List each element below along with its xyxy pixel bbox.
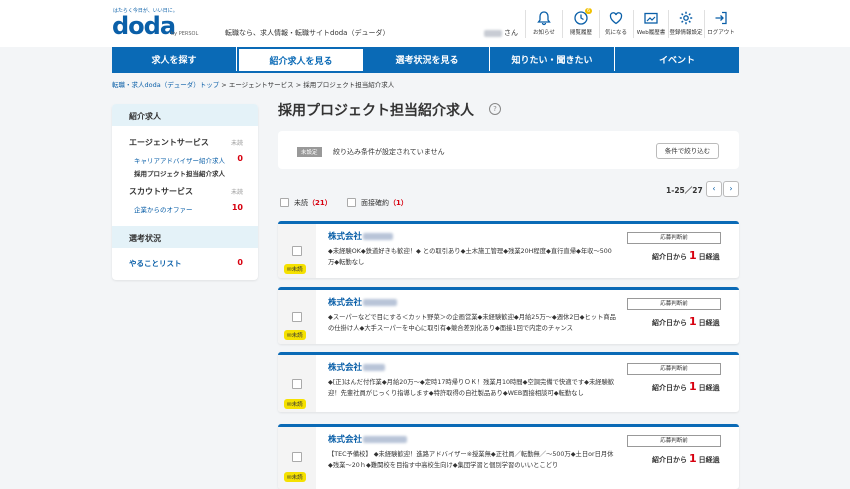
site-header: はたらく今日が、いい日に。 doda by PERSOL 転職なら、求人情報・転…: [0, 0, 850, 47]
heart-icon: [609, 12, 623, 25]
sidebar-item-offer[interactable]: 企業からのオファー: [134, 204, 193, 214]
sidebar-item-advisor[interactable]: キャリアアドバイザー紹介求人: [134, 155, 225, 165]
job-card[interactable]: ✉未読 株式会社 ◆[正]はんだ付作業◆月給20万～◆定時17時帰りＯＫ！残業月…: [278, 352, 739, 412]
paging-indicator: 1-25／27: [666, 186, 703, 195]
elapsed-days: 紹介日から 1 日経過: [652, 315, 720, 328]
breadcrumb: 転職・求人doda（デューダ）トップ > エージェントサービス > 採用プロジェ…: [112, 81, 395, 89]
job-description: ◆[正]はんだ付作業◆月給20万～◆定時17時帰りＯＫ！残業月10時間◆空調完備…: [328, 379, 615, 397]
card-checkbox[interactable]: [292, 379, 302, 389]
application-status: 応募判断前: [627, 435, 721, 447]
interview-checkbox[interactable]: [347, 198, 356, 207]
sidebar-agent-title: エージェントサービス: [129, 138, 209, 147]
unread-count: （21）: [308, 199, 332, 207]
job-description: 【TEC予備校】 ◆未経験歓迎！進路アドバイザー※授業無◆正社員／転勤無／～50…: [328, 451, 614, 469]
doda-logo[interactable]: doda: [112, 12, 176, 40]
company-name-blur: [363, 233, 394, 240]
nav-referral-jobs[interactable]: 紹介求人を見る: [237, 47, 365, 71]
company-name[interactable]: 株式会社: [328, 296, 398, 308]
company-name-blur: [363, 364, 386, 371]
unread-badge: ✉未読: [284, 264, 306, 274]
company-name-blur: [363, 299, 398, 306]
filter-status-text: 絞り込み条件が設定されていません: [333, 148, 445, 156]
card-checkbox[interactable]: [292, 452, 302, 462]
company-name-blur: [363, 436, 408, 443]
company-name[interactable]: 株式会社: [328, 433, 408, 445]
page-title: 採用プロジェクト担当紹介求人: [278, 103, 474, 119]
site-description: 転職なら、求人情報・転職サイトdoda（デューダ）: [225, 29, 390, 37]
sidebar-agent-unread-label: 未読: [230, 140, 243, 147]
breadcrumb-current: 採用プロジェクト担当紹介求人: [303, 81, 395, 89]
sidebar-head-referral: 紹介求人: [112, 104, 258, 126]
gear-icon: [679, 11, 693, 25]
notification-button[interactable]: お知らせ: [526, 10, 562, 36]
prev-page-button[interactable]: ‹: [706, 181, 722, 197]
filter-status-tag: 未設定: [297, 147, 322, 157]
global-nav: 求人を探す 紹介求人を見る 選考状況を見る 知りたい・聞きたい イベント: [112, 47, 739, 71]
logout-icon: [715, 11, 727, 25]
unread-badge: ✉未読: [284, 330, 306, 340]
user-name: さん: [484, 28, 518, 38]
unread-badge: ✉未読: [284, 399, 306, 409]
job-card[interactable]: ✉未読 株式会社 ◆スーパーなどで目にする＜カット野菜＞の企画営業◆未経験歓迎◆…: [278, 287, 739, 344]
application-status: 応募判断前: [627, 232, 721, 244]
elapsed-days: 紹介日から 1 日経過: [652, 380, 720, 393]
unread-checkbox[interactable]: [280, 198, 289, 207]
elapsed-days: 紹介日から 1 日経過: [652, 452, 720, 465]
application-status: 応募判断前: [627, 298, 721, 310]
unread-badge: ✉未読: [284, 472, 306, 482]
sidebar-scout-title: スカウトサービス: [129, 187, 193, 196]
elapsed-days: 紹介日から 1 日経過: [652, 249, 720, 262]
nav-learn-ask[interactable]: 知りたい・聞きたい: [490, 47, 615, 71]
help-icon[interactable]: ?: [489, 103, 501, 115]
unread-filter-label: 未読（21）: [294, 199, 332, 207]
web-resume-button[interactable]: Web履歴書: [633, 10, 669, 36]
card-checkbox[interactable]: [292, 312, 302, 322]
persol-logo: by PERSOL: [171, 31, 199, 37]
sidebar-item-todo[interactable]: やることリスト: [129, 258, 182, 269]
logout-button[interactable]: ログアウト: [703, 10, 739, 36]
history-button[interactable]: 6 閲覧履歴: [563, 8, 599, 36]
job-card[interactable]: ✉未読 株式会社 【TEC予備校】 ◆未経験歓迎！進路アドバイザー※授業無◆正社…: [278, 424, 739, 489]
settings-button[interactable]: 登録情報設定: [668, 10, 704, 36]
sidebar-scout-unread-label: 未読: [230, 189, 243, 196]
filter-panel: 未設定 絞り込み条件が設定されていません 条件で絞り込む: [278, 131, 739, 169]
nav-events[interactable]: イベント: [615, 47, 739, 71]
job-description: ◆未経験OK◆鉄道好きも歓迎！◆ との取引あり◆土木施工管理◆残業20H程度◆直…: [328, 248, 612, 266]
company-name[interactable]: 株式会社: [328, 361, 386, 373]
interview-filter-label: 面接確約（1）: [361, 199, 408, 207]
user-name-blur: [484, 29, 502, 37]
interview-count: （1）: [389, 199, 408, 207]
bell-icon: [537, 11, 551, 26]
job-description: ◆スーパーなどで目にする＜カット野菜＞の企画営業◆未経験歓迎◆月給25万～◆週休…: [328, 314, 616, 332]
nav-search-jobs[interactable]: 求人を探す: [112, 47, 237, 71]
favorites-button[interactable]: 気になる: [598, 10, 634, 36]
nav-underline: [112, 71, 739, 73]
sidebar-item-project[interactable]: 採用プロジェクト担当紹介求人: [134, 168, 225, 178]
history-badge: 6: [585, 8, 593, 14]
sidebar-head-status: 選考状況: [112, 226, 258, 248]
web-history-icon: [644, 12, 658, 24]
sidebar: 紹介求人 エージェントサービス 未読 キャリアアドバイザー紹介求人 0 採用プロ…: [112, 104, 258, 280]
breadcrumb-top-link[interactable]: 転職・求人doda（デューダ）トップ: [112, 81, 219, 89]
breadcrumb-agent[interactable]: エージェントサービス: [229, 81, 294, 89]
company-name[interactable]: 株式会社: [328, 230, 394, 242]
sidebar-advisor-count: 0: [237, 154, 243, 163]
next-page-button[interactable]: ›: [723, 181, 739, 197]
job-card[interactable]: ✉未読 株式会社 ◆未経験OK◆鉄道好きも歓迎！◆ との取引あり◆土木施工管理◆…: [278, 221, 739, 278]
sidebar-todo-count: 0: [237, 258, 243, 267]
application-status: 応募判断前: [627, 363, 721, 375]
sidebar-offer-count: 10: [231, 203, 243, 212]
filter-button[interactable]: 条件で絞り込む: [656, 143, 719, 159]
card-checkbox[interactable]: [292, 246, 302, 256]
nav-selection-status[interactable]: 選考状況を見る: [365, 47, 490, 71]
